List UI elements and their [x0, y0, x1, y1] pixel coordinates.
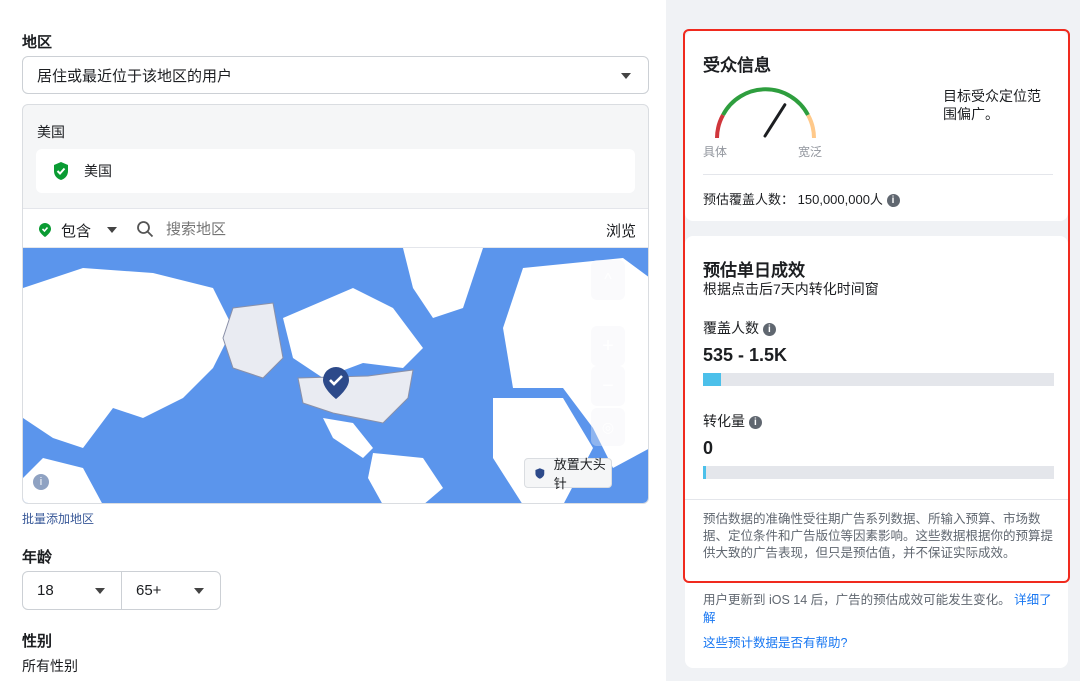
- daily-subtitle: 根据点击后7天内转化时间窗: [703, 279, 879, 299]
- helpful-link[interactable]: 这些预计数据是否有帮助?: [703, 632, 847, 651]
- include-label: 包含: [61, 223, 91, 240]
- age-min-select[interactable]: 18: [22, 571, 122, 610]
- conversions-label: 转化量 i: [703, 411, 762, 431]
- location-search-bar: 包含 浏览: [23, 208, 649, 248]
- country-group-label: 美国: [37, 122, 65, 142]
- map-info-icon[interactable]: i: [33, 474, 49, 490]
- daily-results-card: 预估单日成效 根据点击后7天内转化时间窗 覆盖人数 i 535 - 1.5K 转…: [685, 236, 1068, 668]
- browse-button[interactable]: 浏览: [606, 220, 636, 241]
- audience-card: 受众信息 具体 宽泛 目标受众定位范围偏广。 预估覆盖人数： 150,000,0…: [685, 31, 1068, 221]
- zoom-out-button[interactable]: −: [591, 366, 625, 406]
- location-mode-select[interactable]: 居住或最近位于该地区的用户: [22, 56, 649, 94]
- gauge-right-label: 宽泛: [798, 143, 822, 160]
- age-min-value: 18: [37, 582, 54, 599]
- reach-progress-bar: [703, 373, 1054, 386]
- age-label: 年龄: [22, 546, 52, 567]
- conversions-progress-bar: [703, 466, 1054, 479]
- targeting-panel: 地区 居住或最近位于该地区的用户 美国 美国 包含 浏览 ^ + − ◎ i 放…: [0, 0, 666, 681]
- reach-value: 150,000,000人: [798, 192, 883, 207]
- audience-description: 目标受众定位范围偏广。: [943, 87, 1053, 123]
- zoom-in-button[interactable]: +: [591, 326, 625, 366]
- drop-pin-button[interactable]: 放置大头针: [524, 458, 612, 488]
- info-icon[interactable]: i: [887, 194, 900, 207]
- include-pin-icon: [38, 222, 52, 238]
- divider: [703, 174, 1053, 175]
- include-dropdown[interactable]: 包含: [61, 220, 91, 241]
- location-pin-icon: [322, 366, 350, 400]
- location-search-input[interactable]: [166, 217, 546, 241]
- divider: [685, 499, 1068, 500]
- info-icon[interactable]: i: [763, 323, 776, 336]
- search-icon: [136, 220, 154, 238]
- reach-metric-value: 535 - 1.5K: [703, 345, 787, 366]
- location-box: 美国 美国 包含 浏览 ^ + − ◎ i 放置大头针: [22, 104, 649, 504]
- age-max-value: 65+: [136, 582, 161, 599]
- reach-row: 预估覆盖人数： 150,000,000人 i: [703, 189, 900, 208]
- audience-title: 受众信息: [703, 51, 771, 76]
- ios-note: 用户更新到 iOS 14 后，广告的预估成效可能发生变化。 详细了解: [703, 591, 1053, 627]
- selected-location-name: 美国: [84, 161, 112, 181]
- gender-value[interactable]: 所有性别: [22, 656, 78, 676]
- locate-button[interactable]: ◎: [591, 408, 625, 446]
- chevron-down-icon: [95, 588, 105, 594]
- gauge-left-label: 具体: [703, 143, 727, 160]
- gender-label: 性别: [22, 630, 52, 651]
- drop-pin-label: 放置大头针: [554, 454, 611, 492]
- chevron-down-icon: [107, 227, 117, 233]
- daily-title: 预估单日成效: [703, 256, 805, 281]
- chevron-down-icon: [621, 73, 631, 79]
- bulk-add-link[interactable]: 批量添加地区: [22, 510, 94, 527]
- chevron-down-icon: [194, 588, 204, 594]
- conversions-progress-fill: [703, 466, 706, 479]
- shield-check-icon: [52, 161, 70, 181]
- audience-gauge: [711, 86, 821, 146]
- world-map[interactable]: ^ + − ◎ i 放置大头针: [23, 248, 649, 504]
- selected-location[interactable]: 美国: [36, 149, 635, 193]
- reach-progress-fill: [703, 373, 721, 386]
- info-icon[interactable]: i: [749, 416, 762, 429]
- location-label: 地区: [22, 31, 52, 52]
- age-max-select[interactable]: 65+: [121, 571, 221, 610]
- pin-icon: [535, 467, 545, 480]
- reach-label: 预估覆盖人数：: [703, 192, 794, 207]
- reach-metric-label: 覆盖人数 i: [703, 318, 776, 338]
- conversions-value: 0: [703, 438, 713, 459]
- location-mode-value: 居住或最近位于该地区的用户: [37, 65, 232, 86]
- map-collapse-button[interactable]: ^: [591, 260, 625, 300]
- disclaimer-text: 预估数据的准确性受往期广告系列数据、所输入预算、市场数据、定位条件和广告版位等因…: [703, 511, 1053, 562]
